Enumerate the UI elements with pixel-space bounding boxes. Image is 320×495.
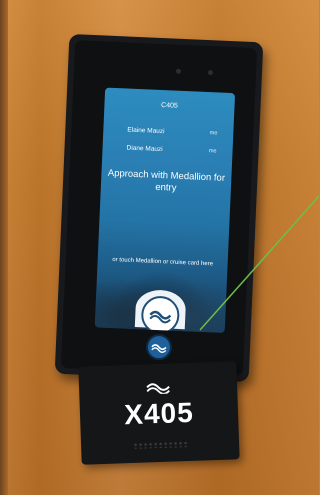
guest-badge: me	[209, 130, 218, 137]
guest-name: Elaine Mauzi	[127, 126, 165, 136]
reader-screen[interactable]: C405 Elaine Mauzi me Diane Mauzi me Appr…	[94, 87, 236, 333]
guest-name: Diane Mauzi	[126, 144, 163, 154]
guest-row: Elaine Mauzi me	[127, 127, 217, 138]
wave-logo-icon	[145, 380, 172, 400]
screen-room-number: C405	[160, 101, 178, 110]
door-frame-edge	[0, 0, 8, 495]
plate-room-number: X405	[123, 396, 195, 431]
room-number-plate: X405	[78, 361, 240, 465]
braille-dots	[133, 440, 190, 449]
guest-badge: me	[208, 148, 217, 155]
guest-row: Diane Mauzi me	[126, 145, 216, 156]
medallion-door-reader: C405 Elaine Mauzi me Diane Mauzi me Appr…	[54, 33, 264, 383]
medallion-logo-icon	[140, 295, 181, 333]
approach-message: Approach with Medallion for entry	[107, 167, 226, 194]
